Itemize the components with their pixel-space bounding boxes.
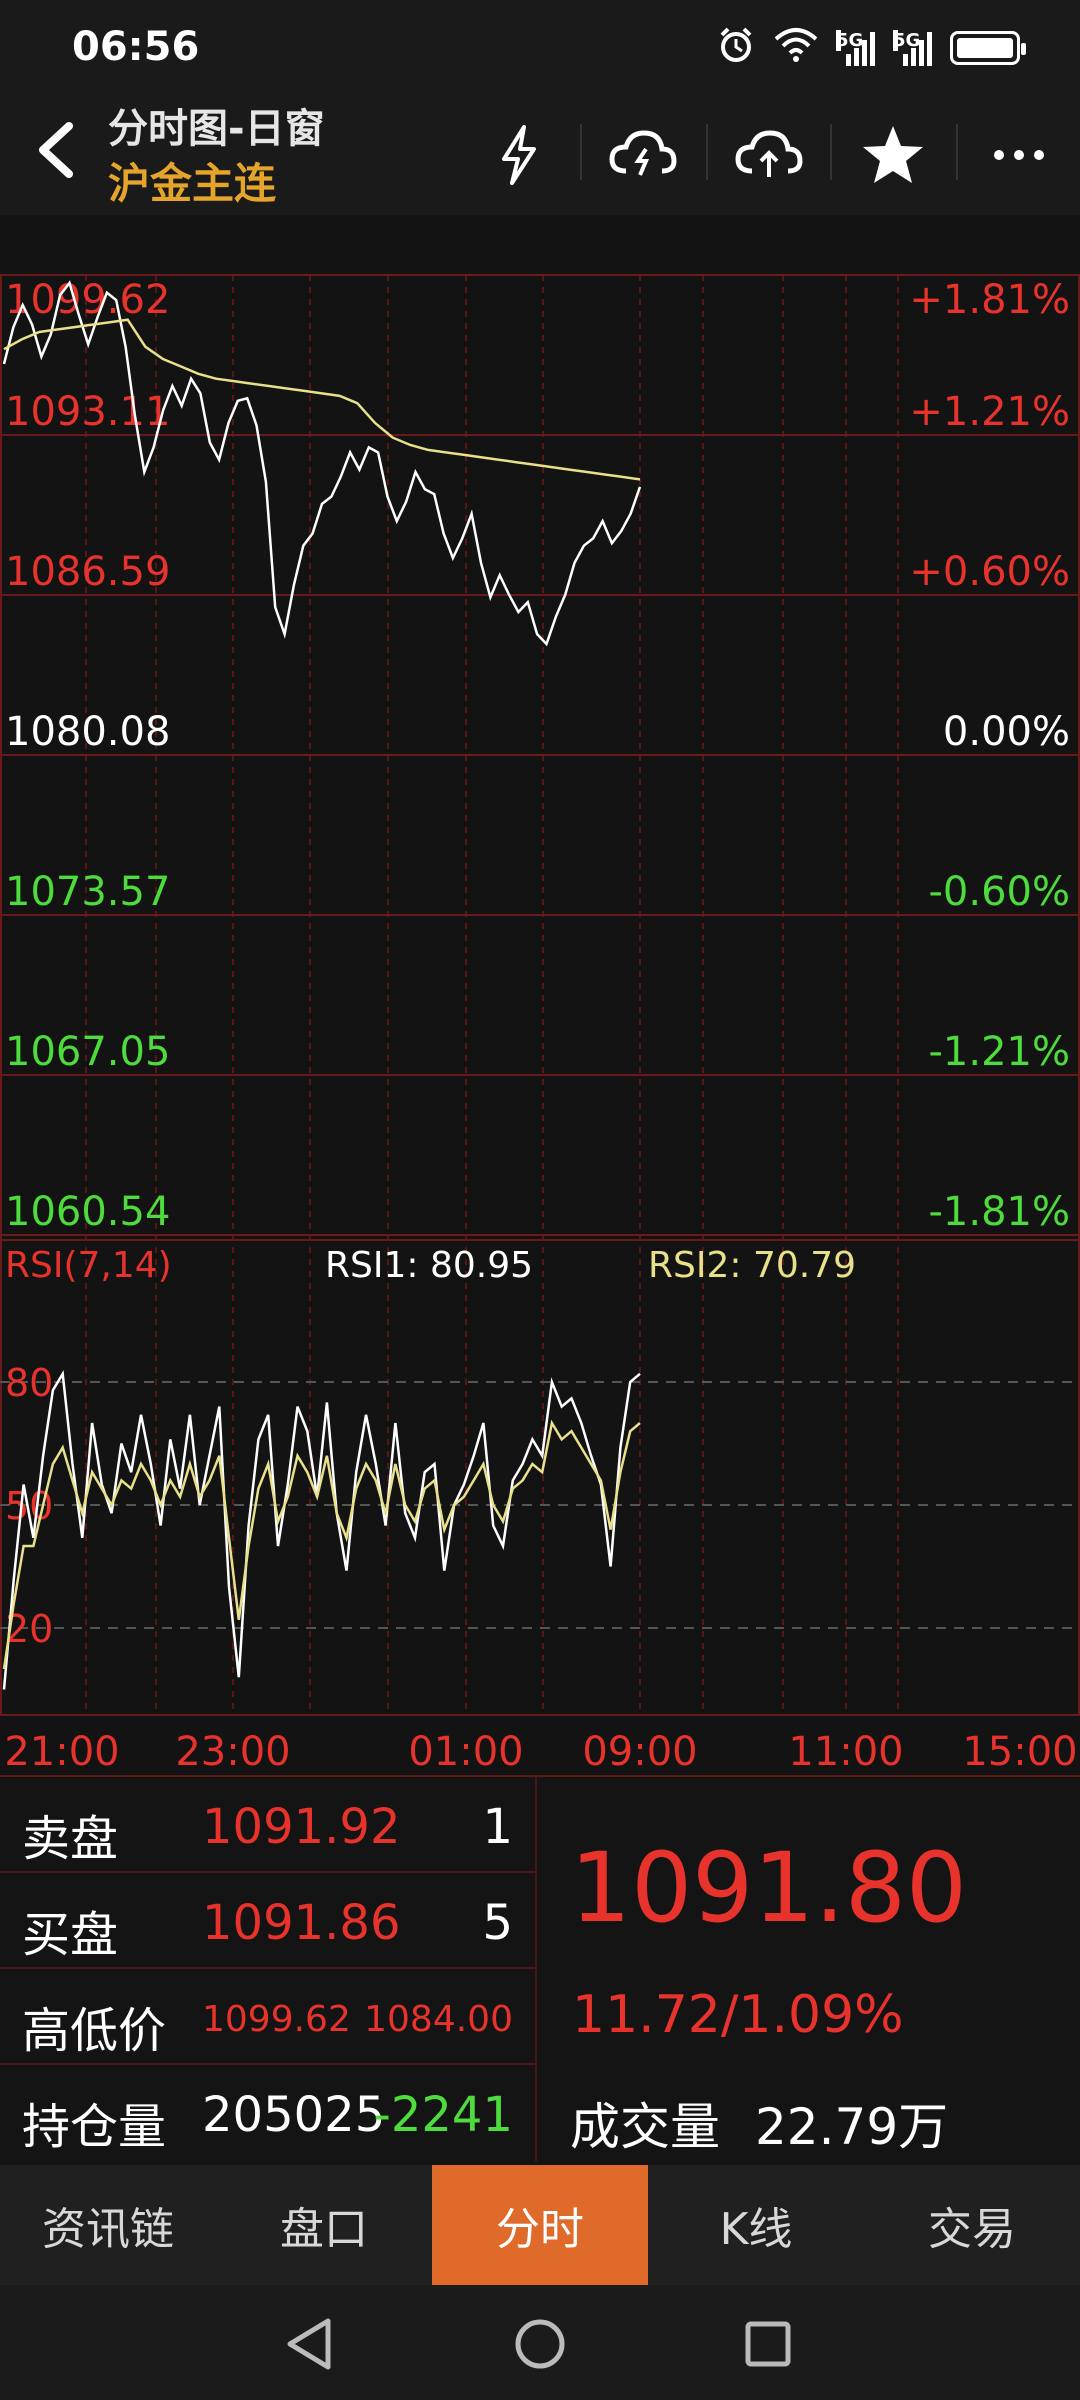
ask-row[interactable]: 卖盘 1091.92 1 [0, 1777, 537, 1873]
quote-panel: 卖盘 1091.92 1 买盘 1091.86 5 高低价 1099.62 10… [0, 1775, 1080, 2165]
volume-label: 成交量 [570, 2098, 720, 2156]
rsi-title: RSI(7,14) [5, 1245, 172, 1286]
high-low-row: 高低价 1099.62 1084.00 [0, 1969, 537, 2065]
open-interest-row: 持仓量 205025 -2241 [0, 2065, 537, 2161]
percent-axis-label: -0.60% [928, 869, 1070, 915]
rsi2-readout: RSI2: 70.79 [648, 1245, 856, 1286]
page-title: 分时图-日窗 [108, 106, 325, 152]
price-axis-label: 1093.11 [5, 389, 170, 435]
bid-price: 1091.86 [202, 1895, 401, 1951]
flash-button[interactable] [474, 110, 564, 200]
status-icons: 5G 5G [716, 25, 1026, 71]
price-axis-label: 1080.08 [5, 709, 170, 755]
percent-axis-label: 0.00% [943, 709, 1070, 755]
cloud-upload-icon [735, 130, 803, 177]
high-low-label: 高低价 [22, 2003, 167, 2059]
percent-axis-label: +1.81% [909, 277, 1070, 323]
signal-5g-icon: 5G [836, 30, 875, 66]
rsi-axis-label: 80 [5, 1361, 53, 1405]
chevron-left-icon [39, 122, 73, 178]
open-interest-label: 持仓量 [22, 2099, 167, 2155]
percent-axis-label: -1.21% [928, 1029, 1070, 1075]
nav-recents-button[interactable] [733, 2309, 803, 2379]
price-axis-label: 1099.62 [5, 277, 170, 323]
nav-back-button[interactable] [274, 2309, 344, 2379]
price-axis-label: 1067.05 [5, 1029, 170, 1075]
time-axis-label: 01:00 [408, 1729, 523, 1775]
bid-row[interactable]: 买盘 1091.86 5 [0, 1873, 537, 1969]
cloud-download-button[interactable] [598, 110, 688, 200]
tab-kline[interactable]: K线 [648, 2165, 864, 2285]
bottom-tab-bar: 资讯链 盘口 分时 K线 交易 [0, 2165, 1080, 2285]
header-divider [956, 124, 958, 180]
battery-icon [950, 31, 1026, 65]
high-price: 1099.62 [202, 1999, 351, 2040]
cloud-download-icon [609, 130, 677, 176]
tab-trade[interactable]: 交易 [864, 2165, 1080, 2285]
time-axis-label: 23:00 [175, 1729, 290, 1775]
app-header: 分时图-日窗 沪金主连 [0, 90, 1080, 215]
alarm-icon [716, 25, 756, 71]
back-button[interactable] [18, 112, 94, 188]
favorite-button[interactable] [848, 110, 938, 200]
signal-5g-icon: 5G [893, 30, 932, 66]
time-axis-label: 15:00 [962, 1729, 1077, 1775]
nav-home-button[interactable] [505, 2309, 575, 2379]
percent-axis-label: +0.60% [909, 549, 1070, 595]
price-axis-label: 1073.57 [5, 869, 170, 915]
time-axis-label: 21:00 [4, 1729, 119, 1775]
percent-axis-label: +1.21% [909, 389, 1070, 435]
more-icon [994, 150, 1044, 160]
volume-value: 22.79万 [755, 2098, 949, 2156]
ask-label: 卖盘 [22, 1811, 119, 1867]
instrument-name: 沪金主连 [108, 159, 277, 208]
rsi1-line [2, 1369, 641, 1690]
status-bar: 06:56 5G 5G [0, 0, 1080, 90]
tab-intraday[interactable]: 分时 [432, 2165, 648, 2285]
bid-qty: 5 [482, 1895, 513, 1951]
system-nav-bar [0, 2285, 1080, 2400]
header-divider [706, 124, 708, 180]
square-recents-icon [745, 2321, 791, 2367]
cloud-upload-button[interactable] [724, 110, 814, 200]
flash-icon [502, 125, 536, 185]
tab-order-book[interactable]: 盘口 [216, 2165, 432, 2285]
ask-qty: 1 [482, 1799, 513, 1855]
status-time: 06:56 [72, 24, 200, 70]
time-axis-label: 09:00 [582, 1729, 697, 1775]
open-interest-change: -2241 [373, 2087, 513, 2143]
header-divider [580, 124, 582, 180]
bid-label: 买盘 [22, 1907, 119, 1963]
price-axis-label: 1060.54 [5, 1189, 170, 1235]
header-divider [830, 124, 832, 180]
more-button[interactable] [974, 110, 1064, 200]
triangle-back-icon [287, 2318, 331, 2370]
intraday-chart[interactable]: 1099.62 +1.81% 1093.11 +1.21% 1086.59 +0.60% 1… [0, 215, 1080, 1775]
time-axis-label: 11:00 [788, 1729, 903, 1775]
last-price: 1091.80 [570, 1832, 967, 1944]
price-axis-label: 1086.59 [5, 549, 170, 595]
open-interest-value: 205025 [202, 2087, 386, 2143]
percent-axis-label: -1.81% [928, 1189, 1070, 1235]
chart-canvas[interactable]: 1099.62 +1.81% 1093.11 +1.21% 1086.59 +0.60% 1… [0, 215, 1080, 1775]
ask-price: 1091.92 [202, 1799, 401, 1855]
low-price: 1084.00 [364, 1999, 513, 2040]
circle-home-icon [515, 2319, 565, 2369]
tab-news-chain[interactable]: 资讯链 [0, 2165, 216, 2285]
wifi-icon [774, 27, 818, 69]
star-icon [863, 126, 923, 183]
price-change: 11.72/1.09% [572, 1985, 904, 2045]
rsi1-readout: RSI1: 80.95 [325, 1245, 533, 1286]
